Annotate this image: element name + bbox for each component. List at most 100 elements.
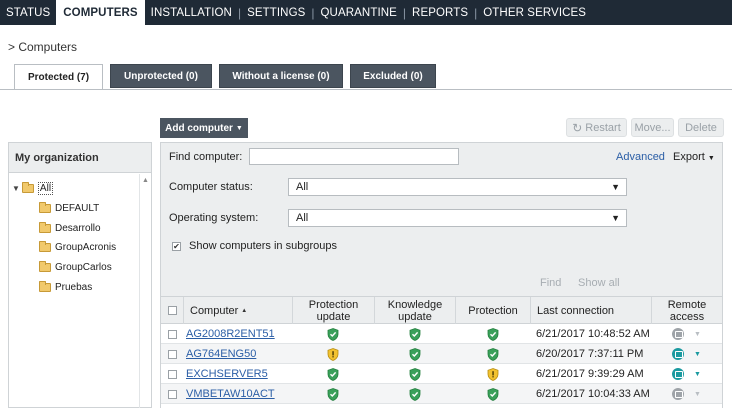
chevron-down-icon[interactable]: ▼ <box>694 371 701 378</box>
remote-access-cell: ▼ <box>651 364 722 384</box>
tab-protected[interactable]: Protected (7) <box>14 64 103 90</box>
column-computer[interactable]: Computer ▲ <box>183 297 292 324</box>
protection-cell <box>455 364 530 384</box>
scroll-up-icon[interactable]: ▲ <box>140 177 151 184</box>
operating-system-label: Operating system: <box>169 212 259 224</box>
computer-link[interactable]: AG764ENG50 <box>186 348 256 360</box>
nav-status[interactable]: STATUS <box>0 0 56 25</box>
folder-icon <box>21 182 34 193</box>
table-row[interactable]: AG764ENG50 6/20/2017 7:37:11 PM ▼ <box>161 344 722 364</box>
column-label: Protection <box>308 298 359 311</box>
table-row[interactable]: VMBETAW10ACT 6/21/2017 10:04:33 AM ▼ <box>161 384 722 404</box>
nav-installation[interactable]: INSTALLATION <box>145 0 238 25</box>
tab-divider <box>0 89 732 90</box>
tree-item-label: GroupCarlos <box>55 262 112 273</box>
tree-item-groupacronis[interactable]: GroupAcronis <box>39 241 117 253</box>
protection-cell <box>455 344 530 364</box>
protection-cell <box>455 384 530 404</box>
restart-button[interactable]: ↻ Restart <box>566 118 627 137</box>
protection-cell <box>455 324 530 344</box>
row-checkbox[interactable] <box>167 349 177 359</box>
tab-without-license[interactable]: Without a license (0) <box>219 64 343 88</box>
add-computer-label: Add computer <box>165 122 233 134</box>
computer-tabs: Protected (7) Unprotected (0) Without a … <box>14 64 443 90</box>
nav-other-services[interactable]: OTHER SERVICES <box>477 0 592 25</box>
chevron-down-icon: ▼ <box>235 124 243 132</box>
column-protection[interactable]: Protection <box>455 297 530 324</box>
shield-warning-icon <box>487 367 498 381</box>
column-last-connection[interactable]: Last connection <box>530 297 651 324</box>
find-computer-input[interactable] <box>249 148 459 165</box>
subgroups-checkbox[interactable]: ✔ <box>172 242 181 251</box>
remote-access-icon[interactable] <box>672 348 685 360</box>
restart-icon: ↻ <box>572 120 583 135</box>
add-computer-button[interactable]: Add computer ▼ <box>160 118 248 138</box>
select-all-checkbox[interactable] <box>167 306 177 315</box>
shield-ok-icon <box>487 327 498 341</box>
find-button[interactable]: Find <box>540 277 561 289</box>
nav-settings[interactable]: SETTINGS <box>241 0 311 25</box>
move-button[interactable]: Move... <box>631 118 674 137</box>
tree-item-default[interactable]: DEFAULT <box>39 202 99 214</box>
restart-label: Restart <box>585 121 621 134</box>
column-protection-update[interactable]: Protection update <box>292 297 374 324</box>
protection-update-cell <box>292 384 374 404</box>
chevron-down-icon[interactable]: ▼ <box>694 351 701 358</box>
chevron-down-icon[interactable]: ▼ <box>694 391 701 398</box>
folder-icon <box>39 241 51 252</box>
computer-link[interactable]: VMBETAW10ACT <box>186 388 275 400</box>
shield-ok-icon <box>487 347 498 361</box>
remote-access-icon[interactable] <box>672 388 685 400</box>
tree-item-groupcarlos[interactable]: GroupCarlos <box>39 261 112 273</box>
remote-access-icon[interactable] <box>672 368 685 380</box>
remote-access-icon[interactable] <box>672 328 685 340</box>
row-checkbox[interactable] <box>167 389 177 399</box>
computer-name-cell: EXCHSERVER5 <box>186 364 292 384</box>
column-label: Remote <box>667 298 707 311</box>
column-label: update <box>398 310 432 323</box>
knowledge-update-cell <box>374 324 455 344</box>
knowledge-update-cell <box>374 364 455 384</box>
find-computer-label: Find computer: <box>169 151 243 163</box>
tree-item-pruebas[interactable]: Pruebas <box>39 281 92 293</box>
shield-ok-icon <box>327 387 339 401</box>
collapse-icon[interactable]: ▼ <box>12 184 20 193</box>
nav-computers[interactable]: COMPUTERS <box>56 0 145 25</box>
computer-link[interactable]: EXCHSERVER5 <box>186 368 268 380</box>
advanced-link[interactable]: Advanced <box>616 151 665 163</box>
nav-quarantine[interactable]: QUARANTINE <box>315 0 403 25</box>
column-knowledge-update[interactable]: Knowledge update <box>374 297 455 324</box>
nav-reports[interactable]: REPORTS <box>406 0 474 25</box>
knowledge-update-cell <box>374 344 455 364</box>
column-label: Knowledge <box>387 298 443 311</box>
tree-item-all[interactable]: ▼ All <box>12 182 54 195</box>
tree-item-label: GroupAcronis <box>55 242 117 253</box>
last-connection-cell: 6/21/2017 10:48:52 AM <box>536 328 650 340</box>
tree-item-label: Desarrollo <box>55 223 101 234</box>
folder-icon <box>39 261 51 272</box>
folder-icon <box>39 281 51 292</box>
tab-excluded[interactable]: Excluded (0) <box>350 64 436 88</box>
dropdown-arrow-icon: ▼ <box>611 182 620 192</box>
table-row[interactable]: AG2008R2ENT51 6/21/2017 10:48:52 AM ▼ <box>161 324 722 344</box>
tab-unprotected[interactable]: Unprotected (0) <box>110 64 212 88</box>
computer-name-cell: AG764ENG50 <box>186 344 292 364</box>
organization-scrollbar[interactable]: ▲ <box>139 174 151 408</box>
shield-ok-icon <box>327 367 339 381</box>
tree-item-desarrollo[interactable]: Desarrollo <box>39 222 101 234</box>
column-remote-access[interactable]: Remote access <box>651 297 722 324</box>
chevron-down-icon[interactable]: ▼ <box>694 331 701 338</box>
show-all-button[interactable]: Show all <box>578 277 620 289</box>
table-header: Computer ▲ Protection update Knowledge u… <box>161 296 722 324</box>
export-button[interactable]: Export ▼ <box>673 151 715 163</box>
row-checkbox[interactable] <box>167 329 177 339</box>
delete-button[interactable]: Delete <box>678 118 724 137</box>
export-label: Export <box>673 151 705 163</box>
last-connection-cell: 6/21/2017 10:04:33 AM <box>536 388 650 400</box>
protection-update-cell <box>292 344 374 364</box>
computer-link[interactable]: AG2008R2ENT51 <box>186 328 275 340</box>
computer-status-select[interactable]: All ▼ <box>288 178 627 196</box>
row-checkbox[interactable] <box>167 369 177 379</box>
table-row[interactable]: EXCHSERVER5 6/21/2017 9:39:29 AM ▼ <box>161 364 722 384</box>
operating-system-select[interactable]: All ▼ <box>288 209 627 227</box>
